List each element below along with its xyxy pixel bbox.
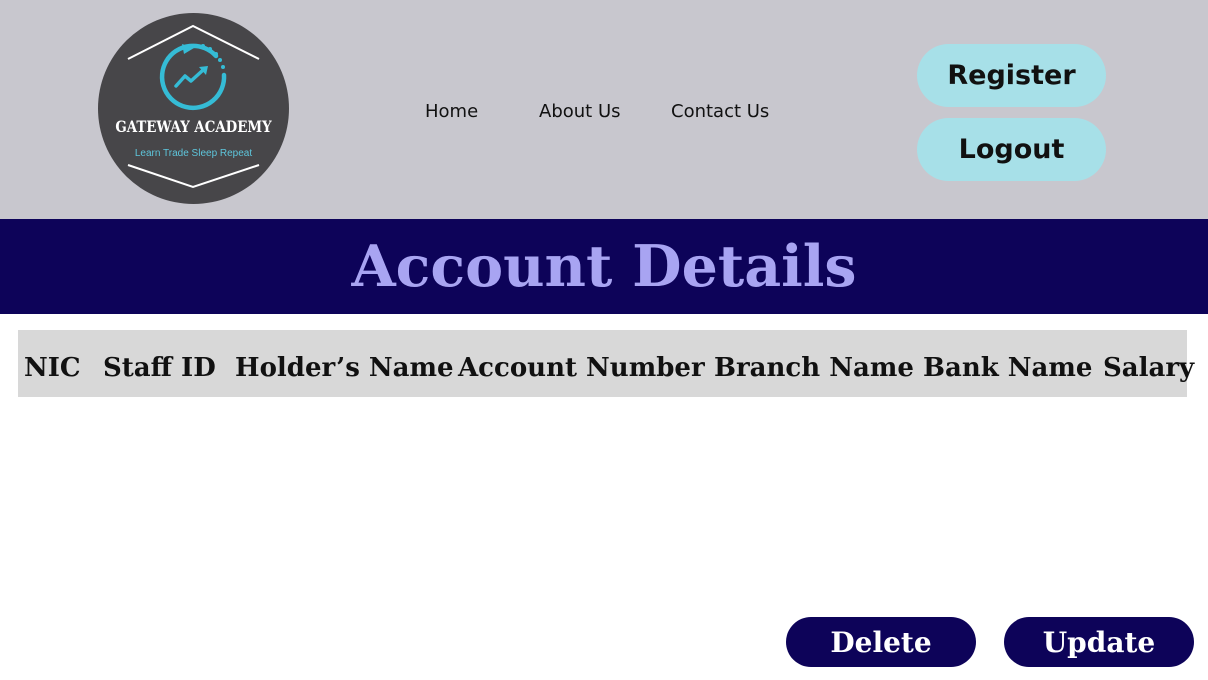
table-header: NIC Staff ID Holder’s Name Account Numbe… <box>18 330 1194 397</box>
column-header-branch-name: Branch Name <box>714 353 914 383</box>
delete-button[interactable]: Delete <box>786 617 976 667</box>
logo-graphic <box>127 24 260 189</box>
logo-name: GATEWAY ACADEMY <box>115 117 272 136</box>
logo-tagline: Learn Trade Sleep Repeat <box>134 148 253 159</box>
column-header-salary: Salary <box>1103 353 1195 383</box>
page-title: Account Details <box>351 233 857 300</box>
nav-link-contact-us[interactable]: Contact Us <box>671 101 769 122</box>
nav-link-about-us[interactable]: About Us <box>539 101 621 122</box>
column-header-account-number: Account Number <box>458 353 705 383</box>
gateway-academy-logo[interactable]: GATEWAY ACADEMY Learn Trade Sleep Repeat <box>98 13 289 204</box>
update-button[interactable]: Update <box>1004 617 1194 667</box>
column-header-holders-name: Holder’s Name <box>235 353 454 383</box>
register-button[interactable]: Register <box>917 44 1106 107</box>
column-header-bank-name: Bank Name <box>923 353 1093 383</box>
site-header: GATEWAY ACADEMY Learn Trade Sleep Repeat… <box>0 0 1208 219</box>
nav-link-home[interactable]: Home <box>425 101 478 122</box>
logout-button[interactable]: Logout <box>917 118 1106 181</box>
page-title-banner: Account Details <box>0 219 1208 314</box>
column-header-nic: NIC <box>24 353 81 383</box>
column-header-staff-id: Staff ID <box>103 353 216 383</box>
